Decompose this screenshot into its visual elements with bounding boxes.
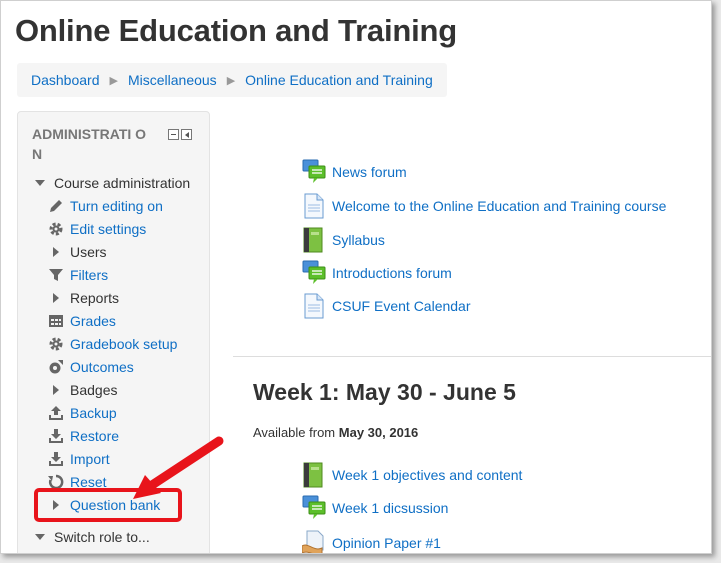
filter-icon [48, 267, 64, 283]
breadcrumb-miscellaneous[interactable]: Miscellaneous [128, 72, 217, 88]
tree-badges[interactable]: Badges [48, 379, 117, 401]
book-icon [302, 227, 326, 253]
breadcrumb-dashboard[interactable]: Dashboard [31, 72, 100, 88]
tree-course-administration[interactable]: Course administration [32, 172, 190, 194]
annotation-highlight-box [34, 488, 182, 522]
breadcrumb-separator-icon: ▶ [109, 74, 118, 87]
browser-frame: Online Education and Training Dashboard … [0, 0, 712, 554]
breadcrumb-course[interactable]: Online Education and Training [245, 72, 433, 88]
availability-info: Available from May 30, 2016 [253, 425, 419, 440]
triangle-down-icon [32, 175, 48, 191]
activity-introductions-forum[interactable]: Introductions forum [302, 260, 452, 286]
forum-icon [302, 495, 326, 521]
tree-turn-editing-on[interactable]: Turn editing on [48, 195, 163, 217]
triangle-right-icon [48, 244, 64, 260]
activity-syllabus[interactable]: Syllabus [302, 227, 385, 253]
assignment-icon [301, 530, 326, 553]
triangle-right-icon [48, 290, 64, 306]
tree-import[interactable]: Import [48, 448, 110, 470]
download-icon [48, 428, 64, 444]
page-title: Online Education and Training [15, 13, 458, 48]
tree-gradebook-setup[interactable]: Gradebook setup [48, 333, 177, 355]
page-icon [302, 193, 326, 219]
tree-reports[interactable]: Reports [48, 287, 119, 309]
tree-restore[interactable]: Restore [48, 425, 119, 447]
section-divider [233, 356, 711, 357]
activity-welcome-page[interactable]: Welcome to the Online Education and Trai… [302, 193, 666, 219]
pencil-icon [48, 198, 64, 214]
download-icon [48, 451, 64, 467]
week-1-title: Week 1: May 30 - June 5 [253, 379, 516, 405]
triangle-down-icon [32, 529, 48, 545]
triangle-right-icon [48, 382, 64, 398]
activity-event-calendar[interactable]: CSUF Event Calendar [302, 293, 471, 319]
tree-grades[interactable]: Grades [48, 310, 116, 332]
activity-opinion-paper[interactable]: Opinion Paper #1 [301, 530, 441, 553]
tree-backup[interactable]: Backup [48, 402, 117, 424]
breadcrumb-separator-icon: ▶ [226, 74, 236, 87]
breadcrumb: Dashboard ▶ Miscellaneous ▶ Online Educa… [17, 63, 447, 97]
outcomes-icon [48, 359, 64, 375]
gear-icon [48, 336, 64, 352]
tree-filters[interactable]: Filters [48, 264, 108, 286]
activity-week1-objectives[interactable]: Week 1 objectives and content [302, 462, 522, 488]
page-icon [302, 293, 326, 319]
dock-block-icon[interactable] [181, 129, 192, 140]
forum-icon [302, 260, 326, 286]
activity-news-forum[interactable]: News forum [302, 159, 407, 185]
minimize-block-icon[interactable] [168, 129, 179, 140]
book-icon [302, 462, 326, 488]
administration-block-title: ADMINISTRATI ON [32, 126, 147, 162]
forum-icon [302, 159, 326, 185]
upload-icon [48, 405, 64, 421]
gear-icon [48, 221, 64, 237]
tree-outcomes[interactable]: Outcomes [48, 356, 134, 378]
tree-users[interactable]: Users [48, 241, 107, 263]
activity-week1-discussion[interactable]: Week 1 dicsussion [302, 495, 448, 521]
tree-switch-role[interactable]: Switch role to... [32, 526, 150, 548]
grades-table-icon [48, 313, 64, 329]
tree-edit-settings[interactable]: Edit settings [48, 218, 146, 240]
block-controls [168, 129, 192, 140]
